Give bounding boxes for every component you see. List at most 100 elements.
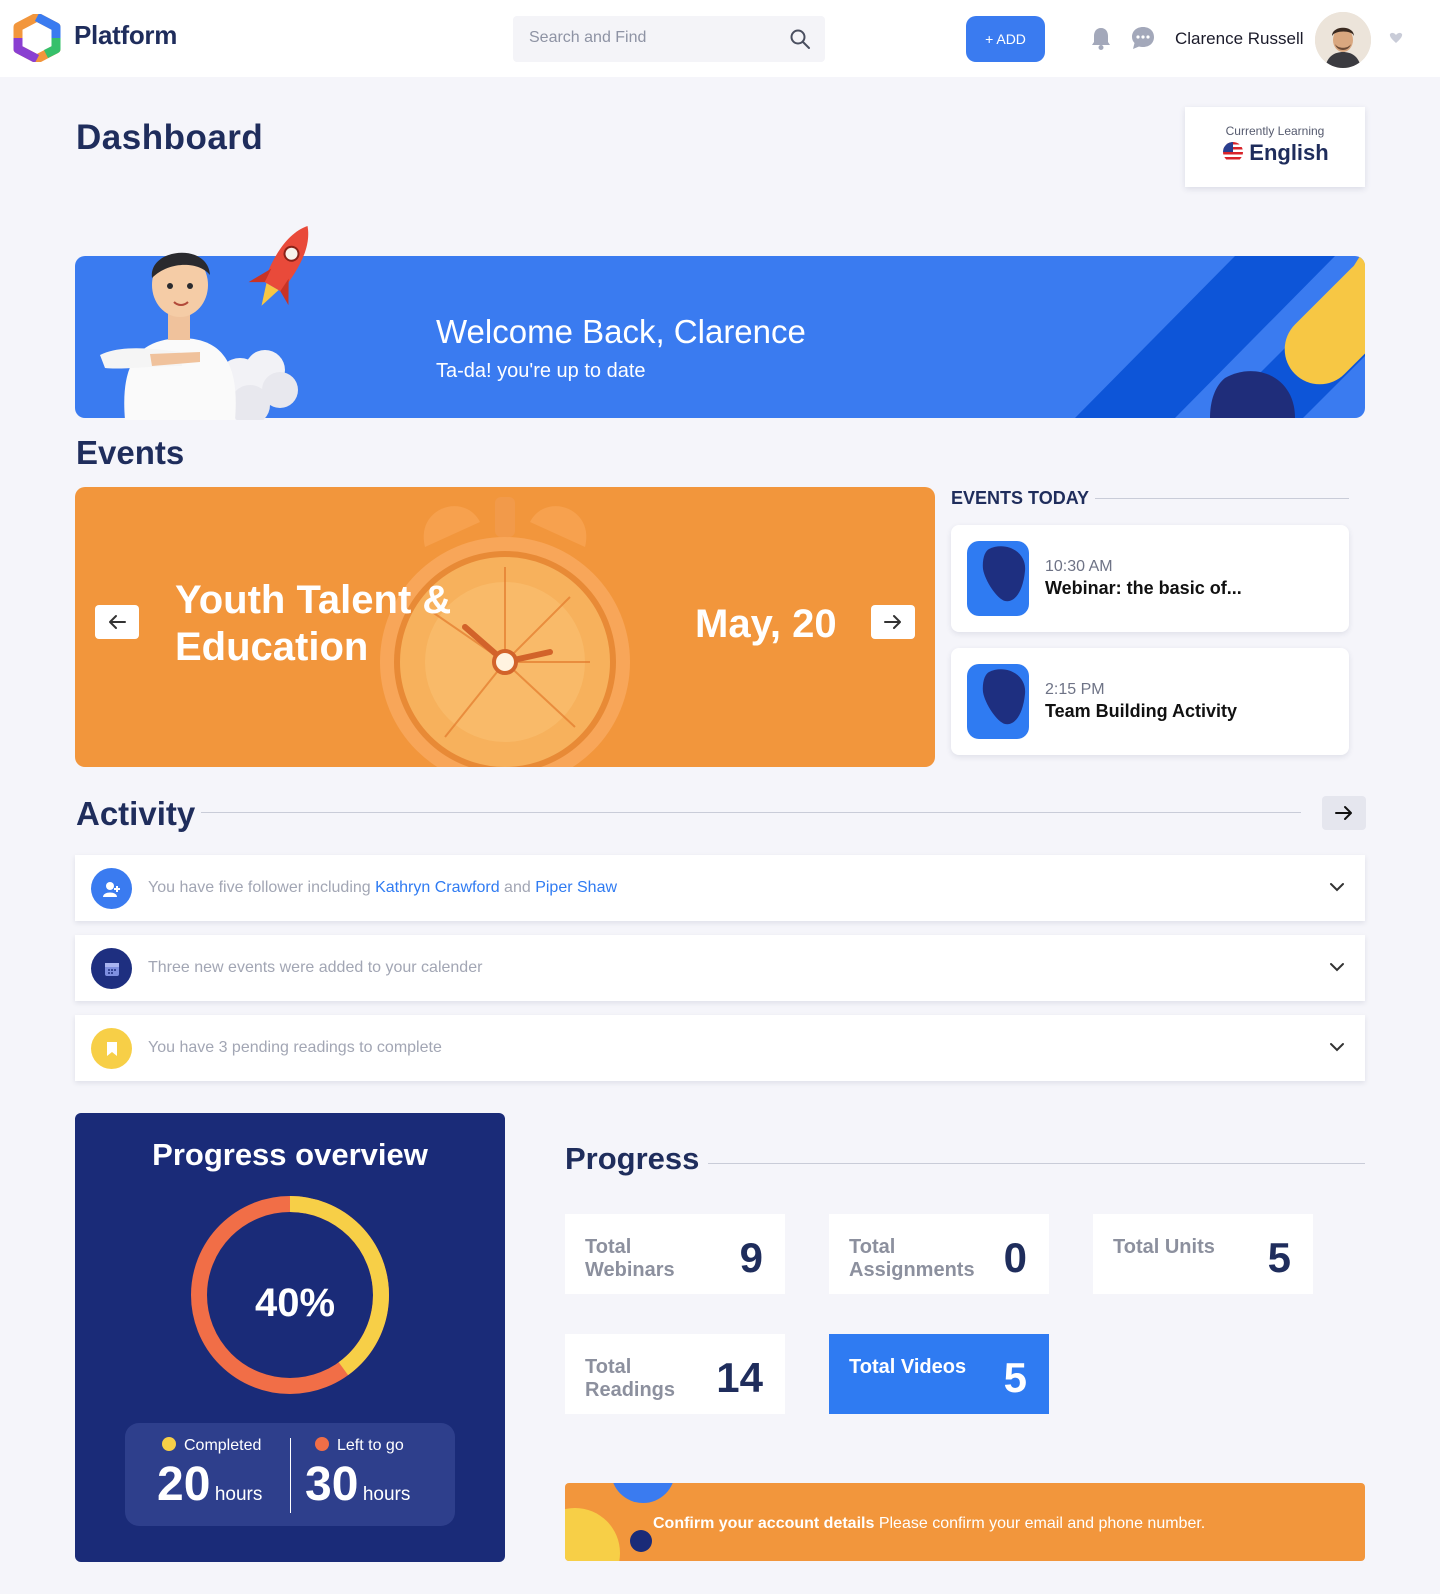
arrow-right-icon	[1335, 806, 1352, 820]
user-link[interactable]: Kathryn Crawford	[375, 879, 500, 896]
event-date: May, 20	[695, 602, 837, 646]
user-link[interactable]: Piper Shaw	[535, 879, 617, 896]
next-event-button[interactable]	[871, 605, 915, 639]
top-bar: Platform Search and Find + ADD Clarence …	[0, 0, 1440, 77]
progress-overview-card: Progress overview 40% Completed 20 hours…	[75, 1113, 505, 1562]
event-time: 2:15 PM	[1045, 681, 1105, 698]
activity-more-button[interactable]	[1322, 796, 1366, 830]
arrow-left-icon	[109, 615, 126, 629]
events-heading: Events	[76, 434, 185, 471]
completed-dot	[162, 1437, 176, 1451]
brand-name[interactable]: Platform	[74, 20, 177, 51]
chevron-down-icon[interactable]	[1329, 881, 1345, 893]
progress-overview-title: Progress overview	[152, 1137, 428, 1172]
stat-card-readings[interactable]: Total Readings 14	[565, 1334, 785, 1414]
activity-heading: Activity	[76, 795, 196, 832]
bell-icon[interactable]	[1090, 26, 1112, 50]
user-photo-icon	[1315, 12, 1371, 68]
event-title: Youth Talent & Education	[175, 578, 452, 669]
event-today-item[interactable]: 2:15 PM Team Building Activity	[951, 648, 1349, 755]
left-value: 30	[305, 1458, 359, 1511]
welcome-subtitle: Ta-da! you're up to date	[436, 360, 646, 382]
event-icon	[967, 664, 1029, 739]
search-icon[interactable]	[789, 28, 811, 50]
event-today-item[interactable]: 10:30 AM Webinar: the basic of...	[951, 525, 1349, 632]
avatar[interactable]	[1315, 12, 1371, 68]
event-shape-icon	[982, 546, 1026, 602]
featured-event-card[interactable]: Youth Talent & Education May, 20	[75, 487, 935, 767]
chevron-down-icon[interactable]	[1389, 32, 1403, 44]
activity-text: Three new events were added to your cale…	[148, 959, 483, 976]
stat-card-assignments[interactable]: Total Assignments 0	[829, 1214, 1049, 1294]
completed-legend: Completed	[162, 1437, 261, 1455]
event-name: Webinar: the basic of...	[1045, 578, 1242, 598]
language-caption: Currently Learning	[1225, 124, 1325, 138]
stat-value: 5	[1003, 1354, 1027, 1401]
event-shape-icon	[982, 669, 1026, 725]
left-dot	[315, 1437, 329, 1451]
user-name[interactable]: Clarence Russell	[1175, 29, 1304, 49]
completed-hours: 20 hours	[157, 1457, 262, 1512]
hours-unit: hours	[362, 1484, 411, 1505]
event-time: 10:30 AM	[1045, 558, 1113, 575]
chevron-down-icon[interactable]	[1329, 961, 1345, 973]
stat-label: Total Assignments	[849, 1236, 975, 1281]
chevron-down-icon[interactable]	[1329, 1041, 1345, 1053]
calendar-icon-wrap	[91, 948, 132, 989]
current-language-card[interactable]: Currently Learning English	[1185, 107, 1365, 187]
progress-percent: 40%	[254, 1281, 336, 1325]
stat-card-webinars[interactable]: Total Webinars 9	[565, 1214, 785, 1294]
confirm-message: Confirm your account details Please conf…	[653, 1515, 1205, 1533]
stat-card-units[interactable]: Total Units 5	[1093, 1214, 1313, 1294]
arrow-right-icon	[884, 615, 901, 629]
bookmark-icon-wrap	[91, 1028, 132, 1069]
add-user-icon	[102, 881, 120, 897]
left-hours: 30 hours	[305, 1457, 410, 1512]
divider	[201, 812, 1301, 813]
follower-icon	[91, 868, 132, 909]
stat-value: 0	[1003, 1234, 1027, 1281]
language-value: English	[1185, 140, 1365, 166]
left-label: Left to go	[337, 1437, 404, 1454]
search-input[interactable]: Search and Find	[529, 29, 646, 47]
stat-label: Total Webinars	[585, 1236, 675, 1281]
completed-value: 20	[157, 1458, 211, 1511]
page-title: Dashboard	[76, 118, 264, 157]
left-legend: Left to go	[315, 1437, 404, 1455]
stat-value: 9	[739, 1234, 763, 1281]
activity-item[interactable]: You have five follower including Kathryn…	[75, 855, 1365, 921]
activity-text: You have five follower including Kathryn…	[148, 879, 617, 897]
chat-icon[interactable]	[1131, 26, 1155, 50]
hours-summary: Completed 20 hours Left to go 30 hours	[125, 1423, 455, 1526]
bookmark-icon	[106, 1041, 117, 1056]
confirm-account-banner[interactable]: Confirm your account details Please conf…	[565, 1483, 1365, 1561]
confirm-title: Confirm your account details	[653, 1515, 875, 1532]
stat-card-videos[interactable]: Total Videos 5	[829, 1334, 1049, 1414]
activity-text-part: You have five follower including	[148, 879, 376, 896]
stat-label: Total Readings	[585, 1356, 676, 1401]
character-illustration-icon	[100, 226, 309, 420]
activity-item[interactable]: You have 3 pending readings to complete	[75, 1015, 1365, 1081]
event-icon	[967, 541, 1029, 616]
event-name: Team Building Activity	[1045, 701, 1238, 721]
divider	[290, 1438, 291, 1513]
stat-value: 14	[716, 1354, 763, 1401]
progress-heading: Progress	[565, 1141, 700, 1176]
us-flag-icon	[1223, 142, 1243, 162]
welcome-title: Welcome Back, Clarence	[436, 313, 806, 350]
divider	[1095, 498, 1349, 499]
activity-text-part: and	[499, 879, 536, 896]
platform-logo-icon[interactable]	[12, 14, 62, 62]
stat-label: Total Units	[1113, 1236, 1215, 1258]
stat-value: 5	[1267, 1234, 1291, 1281]
add-button[interactable]: + ADD	[966, 16, 1045, 62]
search-bar[interactable]: Search and Find	[513, 16, 825, 62]
events-today-heading: EVENTS TODAY	[951, 488, 1090, 508]
stat-label: Total Videos	[849, 1356, 967, 1378]
divider	[708, 1163, 1365, 1164]
activity-text: You have 3 pending readings to complete	[148, 1039, 442, 1056]
hours-unit: hours	[214, 1484, 263, 1505]
prev-event-button[interactable]	[95, 605, 139, 639]
confirm-body: Please confirm your email and phone numb…	[874, 1515, 1206, 1532]
activity-item[interactable]: Three new events were added to your cale…	[75, 935, 1365, 1001]
